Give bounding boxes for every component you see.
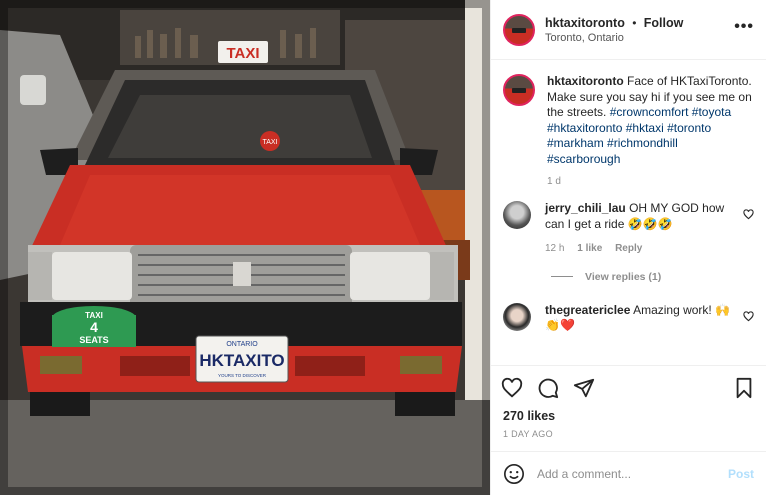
view-replies-label: View replies (1) [585, 270, 662, 283]
replies-divider [551, 276, 573, 277]
comment-item: jerry_chili_lau OH MY GOD how can I get … [503, 201, 754, 257]
post-dialog: TAXI TAXI TAXI 4 SEATS ONTARIO HKTAXITO … [0, 0, 766, 495]
comment-body: thegreatericlee Amazing work! 🙌👏❤️ [545, 303, 735, 334]
hashtag[interactable]: #toronto [667, 121, 711, 135]
hashtag[interactable]: #toyota [692, 105, 731, 119]
hashtag[interactable]: #hktaxitoronto [547, 121, 622, 135]
hashtag[interactable]: #scarborough [547, 152, 620, 166]
taxi-photo-illustration: TAXI TAXI TAXI 4 SEATS ONTARIO HKTAXITO … [0, 0, 490, 495]
comment-age[interactable]: 12 h [545, 243, 564, 254]
reply-button[interactable]: Reply [615, 243, 642, 254]
view-replies-button[interactable]: View replies (1) [551, 271, 754, 283]
comment-meta: 12 h 1 like Reply [545, 241, 735, 257]
plate-province: ONTARIO [226, 341, 258, 348]
roof-sign-text: TAXI [226, 45, 259, 62]
comment-like-heart-icon[interactable] [743, 209, 754, 220]
post-location[interactable]: Toronto, Ontario [545, 32, 734, 44]
dash-sign-text: TAXI [262, 139, 277, 146]
hashtag[interactable]: #crowncomfort [610, 105, 689, 119]
heart-icon[interactable] [501, 377, 523, 399]
comment-body: jerry_chili_lau OH MY GOD how can I get … [545, 201, 735, 257]
post-side-panel: hktaxitoronto • Follow Toronto, Ontario … [490, 0, 766, 495]
action-bar [491, 365, 766, 409]
follow-button[interactable]: Follow [644, 16, 684, 30]
add-comment-bar: Add a comment... Post [491, 451, 766, 495]
author-username[interactable]: hktaxitoronto [545, 16, 625, 30]
more-options-icon[interactable]: ••• [734, 18, 754, 42]
comment-like-count[interactable]: 1 like [577, 243, 602, 254]
post-photo[interactable]: TAXI TAXI TAXI 4 SEATS ONTARIO HKTAXITO … [0, 0, 490, 495]
plate-slogan: YOURS TO DISCOVER [218, 373, 267, 378]
add-comment-input[interactable]: Add a comment... [537, 467, 728, 481]
emoji-icon[interactable] [503, 463, 525, 485]
post-header: hktaxitoronto • Follow Toronto, Ontario … [491, 0, 766, 60]
post-comment-button[interactable]: Post [728, 467, 754, 481]
comment-icon[interactable] [537, 377, 559, 399]
caption-avatar[interactable] [503, 74, 535, 106]
hashtag[interactable]: #hktaxi [626, 121, 664, 135]
hashtag[interactable]: #markham [547, 136, 604, 150]
commenter-avatar[interactable] [503, 201, 531, 229]
caption: hktaxitoronto Face of HKTaxiToronto. Mak… [503, 74, 754, 187]
comment-username[interactable]: jerry_chili_lau [545, 201, 626, 215]
caption-username[interactable]: hktaxitoronto [547, 74, 624, 88]
separator-dot: • [632, 15, 637, 30]
comments-section: hktaxitoronto Face of HKTaxiToronto. Mak… [491, 60, 766, 365]
like-count[interactable]: 270 likes [491, 409, 766, 423]
comment-username[interactable]: thegreatericlee [545, 303, 630, 317]
post-date[interactable]: 1 DAY AGO [491, 423, 766, 451]
seats-sign-bottom: SEATS [79, 335, 108, 345]
caption-text-block: hktaxitoronto Face of HKTaxiToronto. Mak… [547, 74, 754, 167]
commenter-avatar[interactable] [503, 302, 531, 331]
comment-item: thegreatericlee Amazing work! 🙌👏❤️ [503, 302, 754, 334]
caption-body: hktaxitoronto Face of HKTaxiToronto. Mak… [535, 74, 754, 187]
author-avatar[interactable] [503, 13, 535, 46]
plate-text: HKTAXITO [199, 351, 284, 370]
hashtag[interactable]: #richmondhill [607, 136, 678, 150]
seats-sign-number: 4 [90, 319, 98, 335]
bookmark-icon[interactable] [734, 377, 754, 399]
author-info: hktaxitoronto • Follow Toronto, Ontario [545, 16, 734, 44]
comment-like-heart-icon[interactable] [743, 310, 754, 322]
caption-age[interactable]: 1 d [547, 176, 754, 187]
share-icon[interactable] [573, 377, 595, 399]
